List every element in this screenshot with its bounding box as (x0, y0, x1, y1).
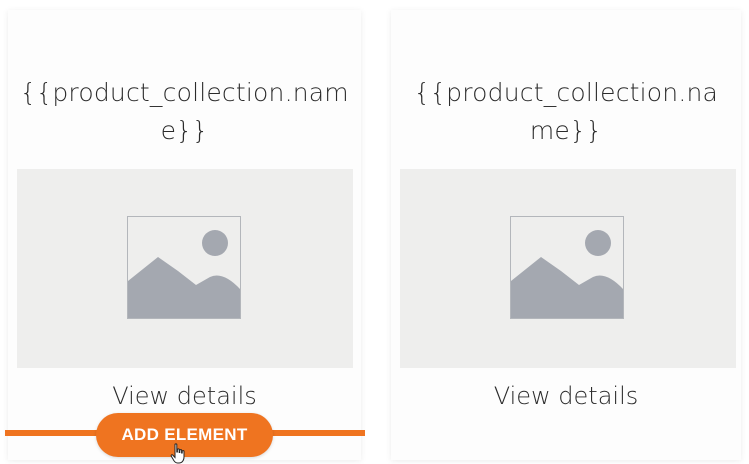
view-details-link[interactable]: View details (8, 382, 361, 410)
image-placeholder-icon (510, 216, 624, 319)
editor-canvas: {{product_collection.name}} View details… (0, 0, 749, 464)
product-image-area[interactable] (17, 169, 353, 368)
product-card[interactable]: {{product_collection.name}} View details (8, 10, 361, 460)
product-image-area[interactable] (400, 169, 736, 368)
product-collection-name: {{product_collection.name}} (413, 78, 719, 145)
product-card[interactable]: {{product_collection.name}} View details (391, 10, 741, 460)
view-details-link[interactable]: View details (391, 382, 741, 410)
product-collection-name: {{product_collection.name}} (20, 78, 349, 145)
image-placeholder-icon (127, 216, 241, 319)
hand-cursor-icon (170, 443, 185, 464)
